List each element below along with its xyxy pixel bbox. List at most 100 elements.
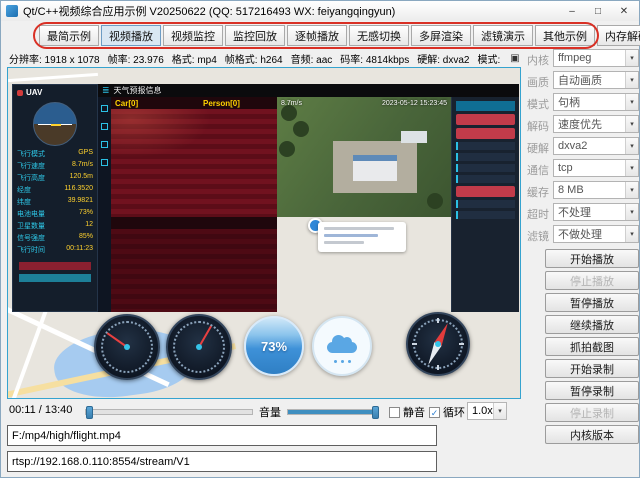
maximize-button[interactable]: □	[585, 1, 611, 21]
display-icon[interactable]: ▣	[510, 53, 519, 64]
panel-bar-red	[19, 262, 91, 270]
control-button-red[interactable]	[456, 186, 515, 197]
tree	[293, 121, 309, 137]
tab-4[interactable]: 监控回放	[225, 25, 285, 46]
control-button-red[interactable]	[456, 128, 515, 139]
compass-gauge	[406, 312, 470, 376]
file-path-input[interactable]	[7, 425, 437, 446]
map-road	[8, 73, 98, 82]
start-record-button[interactable]: 开始录制	[545, 359, 639, 378]
tool-icon[interactable]	[101, 159, 108, 166]
panel-header	[111, 217, 277, 229]
control-button-red[interactable]	[456, 114, 515, 125]
uav-panel-header: UAV	[13, 85, 97, 100]
chevron-down-icon[interactable]: ▾	[625, 138, 638, 154]
tab-2[interactable]: 视频播放	[101, 25, 161, 46]
tool-icon[interactable]	[101, 141, 108, 148]
minimize-button[interactable]: –	[559, 1, 585, 21]
chevron-down-icon[interactable]: ▾	[493, 403, 506, 419]
tab-5[interactable]: 逐帧播放	[287, 25, 347, 46]
start-play-button[interactable]: 开始播放	[545, 249, 639, 268]
compass-tick	[437, 365, 439, 370]
tab-9[interactable]: 其他示例	[535, 25, 595, 46]
speed-gauge-2	[166, 314, 232, 380]
compass-tick	[459, 343, 464, 345]
tool-icon[interactable]	[101, 123, 108, 130]
loop-checkbox[interactable]: ✓ 循环	[429, 404, 465, 420]
compass-tick	[437, 318, 439, 323]
app-icon	[6, 5, 18, 17]
info-item-1: 分辨率: 1918 x 1078	[9, 52, 100, 65]
telemetry-row: 信号强度85%	[13, 232, 97, 244]
tab-8[interactable]: 滤镜演示	[473, 25, 533, 46]
volume-slider[interactable]	[287, 409, 379, 415]
detection-labels: Car[0]Person[0]	[111, 97, 277, 109]
info-item-7: 硬解: dxva2	[417, 52, 469, 65]
telemetry-row: 飞行时间00:11:23	[13, 244, 97, 256]
option-label-9: 滤镜	[527, 228, 549, 244]
detection-label-1: Car[0]	[115, 99, 138, 108]
chevron-down-icon[interactable]: ▾	[625, 72, 638, 88]
tool-strip	[98, 97, 111, 312]
pause-record-button[interactable]: 暂停录制	[545, 381, 639, 400]
tab-3[interactable]: 视频监控	[163, 25, 223, 46]
resume-play-button[interactable]: 继续播放	[545, 315, 639, 334]
option-select-1[interactable]: ffmpeg▾	[553, 49, 639, 67]
compass-tick	[412, 343, 417, 345]
option-select-5[interactable]: dxva2▾	[553, 137, 639, 155]
option-select-2[interactable]: 自动画质▾	[553, 71, 639, 89]
option-label-8: 超时	[527, 206, 549, 222]
list-row	[456, 211, 515, 219]
tool-icon[interactable]	[101, 105, 108, 112]
video-player-widget[interactable]: ≣ 天气预报信息 UAV 飞行模式GPS飞行速度8.7m/s飞行高度120.5m…	[7, 67, 521, 399]
thermal-frame	[111, 229, 277, 312]
speed-overlay: 8.7m/s	[281, 100, 302, 107]
chevron-down-icon[interactable]: ▾	[625, 182, 638, 198]
stop-record-button[interactable]: 停止录制	[545, 403, 639, 422]
volume-handle[interactable]	[372, 406, 379, 419]
chevron-down-icon[interactable]: ▾	[625, 204, 638, 220]
close-button[interactable]: ✕	[611, 1, 637, 21]
detection-video-2	[111, 217, 277, 312]
telemetry-row: 卫星数量12	[13, 220, 97, 232]
media-info-items: 分辨率: 1918 x 1078帧率: 23.976格式: mp4帧格式: h2…	[9, 52, 500, 65]
chevron-down-icon[interactable]: ▾	[625, 50, 638, 66]
chevron-down-icon[interactable]: ▾	[625, 116, 638, 132]
marquee-text: 天气预报信息	[114, 85, 162, 96]
chevron-down-icon[interactable]: ▾	[625, 226, 638, 242]
tab-10[interactable]: 内存解码	[597, 25, 640, 46]
chevron-down-icon[interactable]: ▾	[625, 160, 638, 176]
tab-1[interactable]: 最简示例	[39, 25, 99, 46]
rain-dot	[334, 360, 337, 363]
pause-play-button[interactable]: 暂停播放	[545, 293, 639, 312]
option-label-1: 内核	[527, 52, 549, 68]
telemetry-row: 飞行速度8.7m/s	[13, 160, 97, 172]
kernel-version-button[interactable]: 内核版本	[545, 425, 639, 444]
tree	[281, 105, 297, 121]
tab-7[interactable]: 多屏渲染	[411, 25, 471, 46]
option-select-4[interactable]: 速度优先▾	[553, 115, 639, 133]
checkbox-box[interactable]: ✓	[429, 407, 440, 418]
checkbox-box[interactable]	[389, 407, 400, 418]
stop-play-button[interactable]: 停止播放	[545, 271, 639, 290]
chevron-down-icon[interactable]: ▾	[625, 94, 638, 110]
option-select-9[interactable]: 不做处理▾	[553, 225, 639, 243]
speed-value: 1.0x	[468, 403, 493, 419]
option-label-6: 通信	[527, 162, 549, 178]
option-select-8[interactable]: 不处理▾	[553, 203, 639, 221]
tab-6[interactable]: 无感切换	[349, 25, 409, 46]
telemetry-row: 电池电量73%	[13, 208, 97, 220]
option-select-7[interactable]: 8 MB▾	[553, 181, 639, 199]
progress-handle[interactable]	[86, 406, 93, 419]
speed-select[interactable]: 1.0x ▾	[467, 402, 507, 420]
app-window: Qt/C++视频综合应用示例 V20250622 (QQ: 517216493 …	[0, 0, 640, 478]
progress-slider[interactable]	[85, 409, 253, 415]
stream-url-input[interactable]	[7, 451, 437, 472]
snapshot-button[interactable]: 抓拍截图	[545, 337, 639, 356]
info-item-6: 码率: 4814kbps	[340, 52, 409, 65]
volume-fill	[288, 410, 378, 414]
telemetry-row: 飞行高度120.5m	[13, 172, 97, 184]
mute-checkbox[interactable]: 静音	[389, 404, 425, 420]
option-select-3[interactable]: 句柄▾	[553, 93, 639, 111]
option-select-6[interactable]: tcp▾	[553, 159, 639, 177]
